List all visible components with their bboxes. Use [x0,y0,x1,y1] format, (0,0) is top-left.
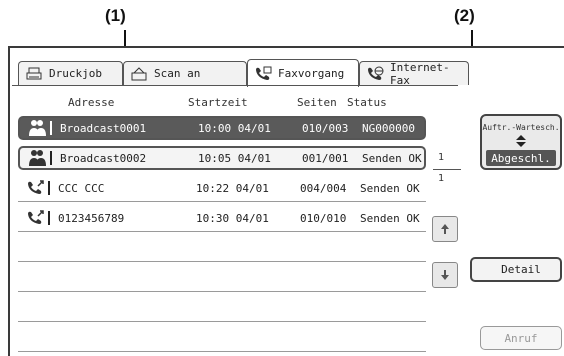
row-start-time: 10:30 04/01 [196,211,269,225]
row-status: Senden OK [360,181,420,195]
row-address: 0123456789 [58,211,125,225]
broadcast-icon [28,148,58,168]
row-address: Broadcast0001 [60,121,147,135]
tab-druckjob[interactable]: Druckjob [18,61,123,85]
completed-label: Abgeschl. [486,150,556,166]
row-address: Broadcast0002 [60,151,147,165]
column-header-start: Startzeit [188,96,248,109]
arrow-down-icon [440,266,450,285]
fax-send-icon [26,178,56,198]
fax-send-icon [26,208,56,228]
scanner-icon [130,66,148,82]
tab-label: Internet-Fax [390,60,450,87]
row-status: Senden OK [362,151,422,165]
page-divider [433,169,461,170]
row-start-time: 10:22 04/01 [196,181,269,195]
row-divider [18,231,426,232]
row-start-time: 10:05 04/01 [198,151,271,165]
job-row[interactable]: 0123456789 10:30 04/01 010/010 Senden OK [18,206,426,230]
row-divider [18,201,426,202]
job-row[interactable]: CCC CCC 10:22 04/01 004/004 Senden OK [18,176,426,200]
row-divider [18,291,426,292]
printer-icon [25,66,43,82]
row-divider [18,261,426,262]
anruf-button[interactable]: Anruf [480,326,562,350]
broadcast-icon [28,118,58,138]
column-header-status: Status [347,96,387,109]
page-total: 1 [438,173,445,184]
job-row[interactable]: Broadcast0001 10:00 04/01 010/003 NG0000… [18,116,426,140]
detail-button[interactable]: Detail [470,257,562,282]
column-header-address: Adresse [68,96,115,109]
scroll-up-button[interactable] [432,216,458,242]
row-start-time: 10:00 04/01 [198,121,271,135]
callout-label-1: (1) [105,6,126,25]
tab-label: Faxvorgang [278,67,345,80]
arrow-up-icon [440,220,450,239]
queue-label: Auftr.-Wartesch. [482,123,560,132]
job-status-window: Druckjob Scan an Faxvorgang Internet-Fax… [8,46,564,356]
tab-label: Scan an [154,67,201,80]
row-divider [18,321,426,322]
tab-baseline [12,85,458,86]
fax-phone-icon [254,66,272,82]
row-status: NG000000 [362,121,415,135]
tab-scan-an[interactable]: Scan an [123,61,247,85]
tab-label: Druckjob [49,67,102,80]
scroll-down-button[interactable] [432,262,458,288]
column-header-pages: Seiten [297,96,337,109]
row-pages: 010/003 [302,121,349,135]
queue-completed-toggle[interactable]: Auftr.-Wartesch. Abgeschl. [480,114,562,170]
row-pages: 010/010 [300,211,347,225]
tab-internet-fax[interactable]: Internet-Fax [359,60,469,87]
page-current: 1 [438,152,445,163]
tab-faxvorgang[interactable]: Faxvorgang [247,59,359,87]
row-pages: 004/004 [300,181,347,195]
job-row[interactable]: Broadcast0002 10:05 04/01 001/001 Senden… [18,146,426,170]
row-divider [18,351,426,352]
row-pages: 001/001 [302,151,349,165]
row-status: Senden OK [360,211,420,225]
internet-fax-icon [366,66,384,82]
callout-label-2: (2) [454,6,475,25]
toggle-arrows-icon [482,135,560,147]
row-address: CCC CCC [58,181,105,195]
